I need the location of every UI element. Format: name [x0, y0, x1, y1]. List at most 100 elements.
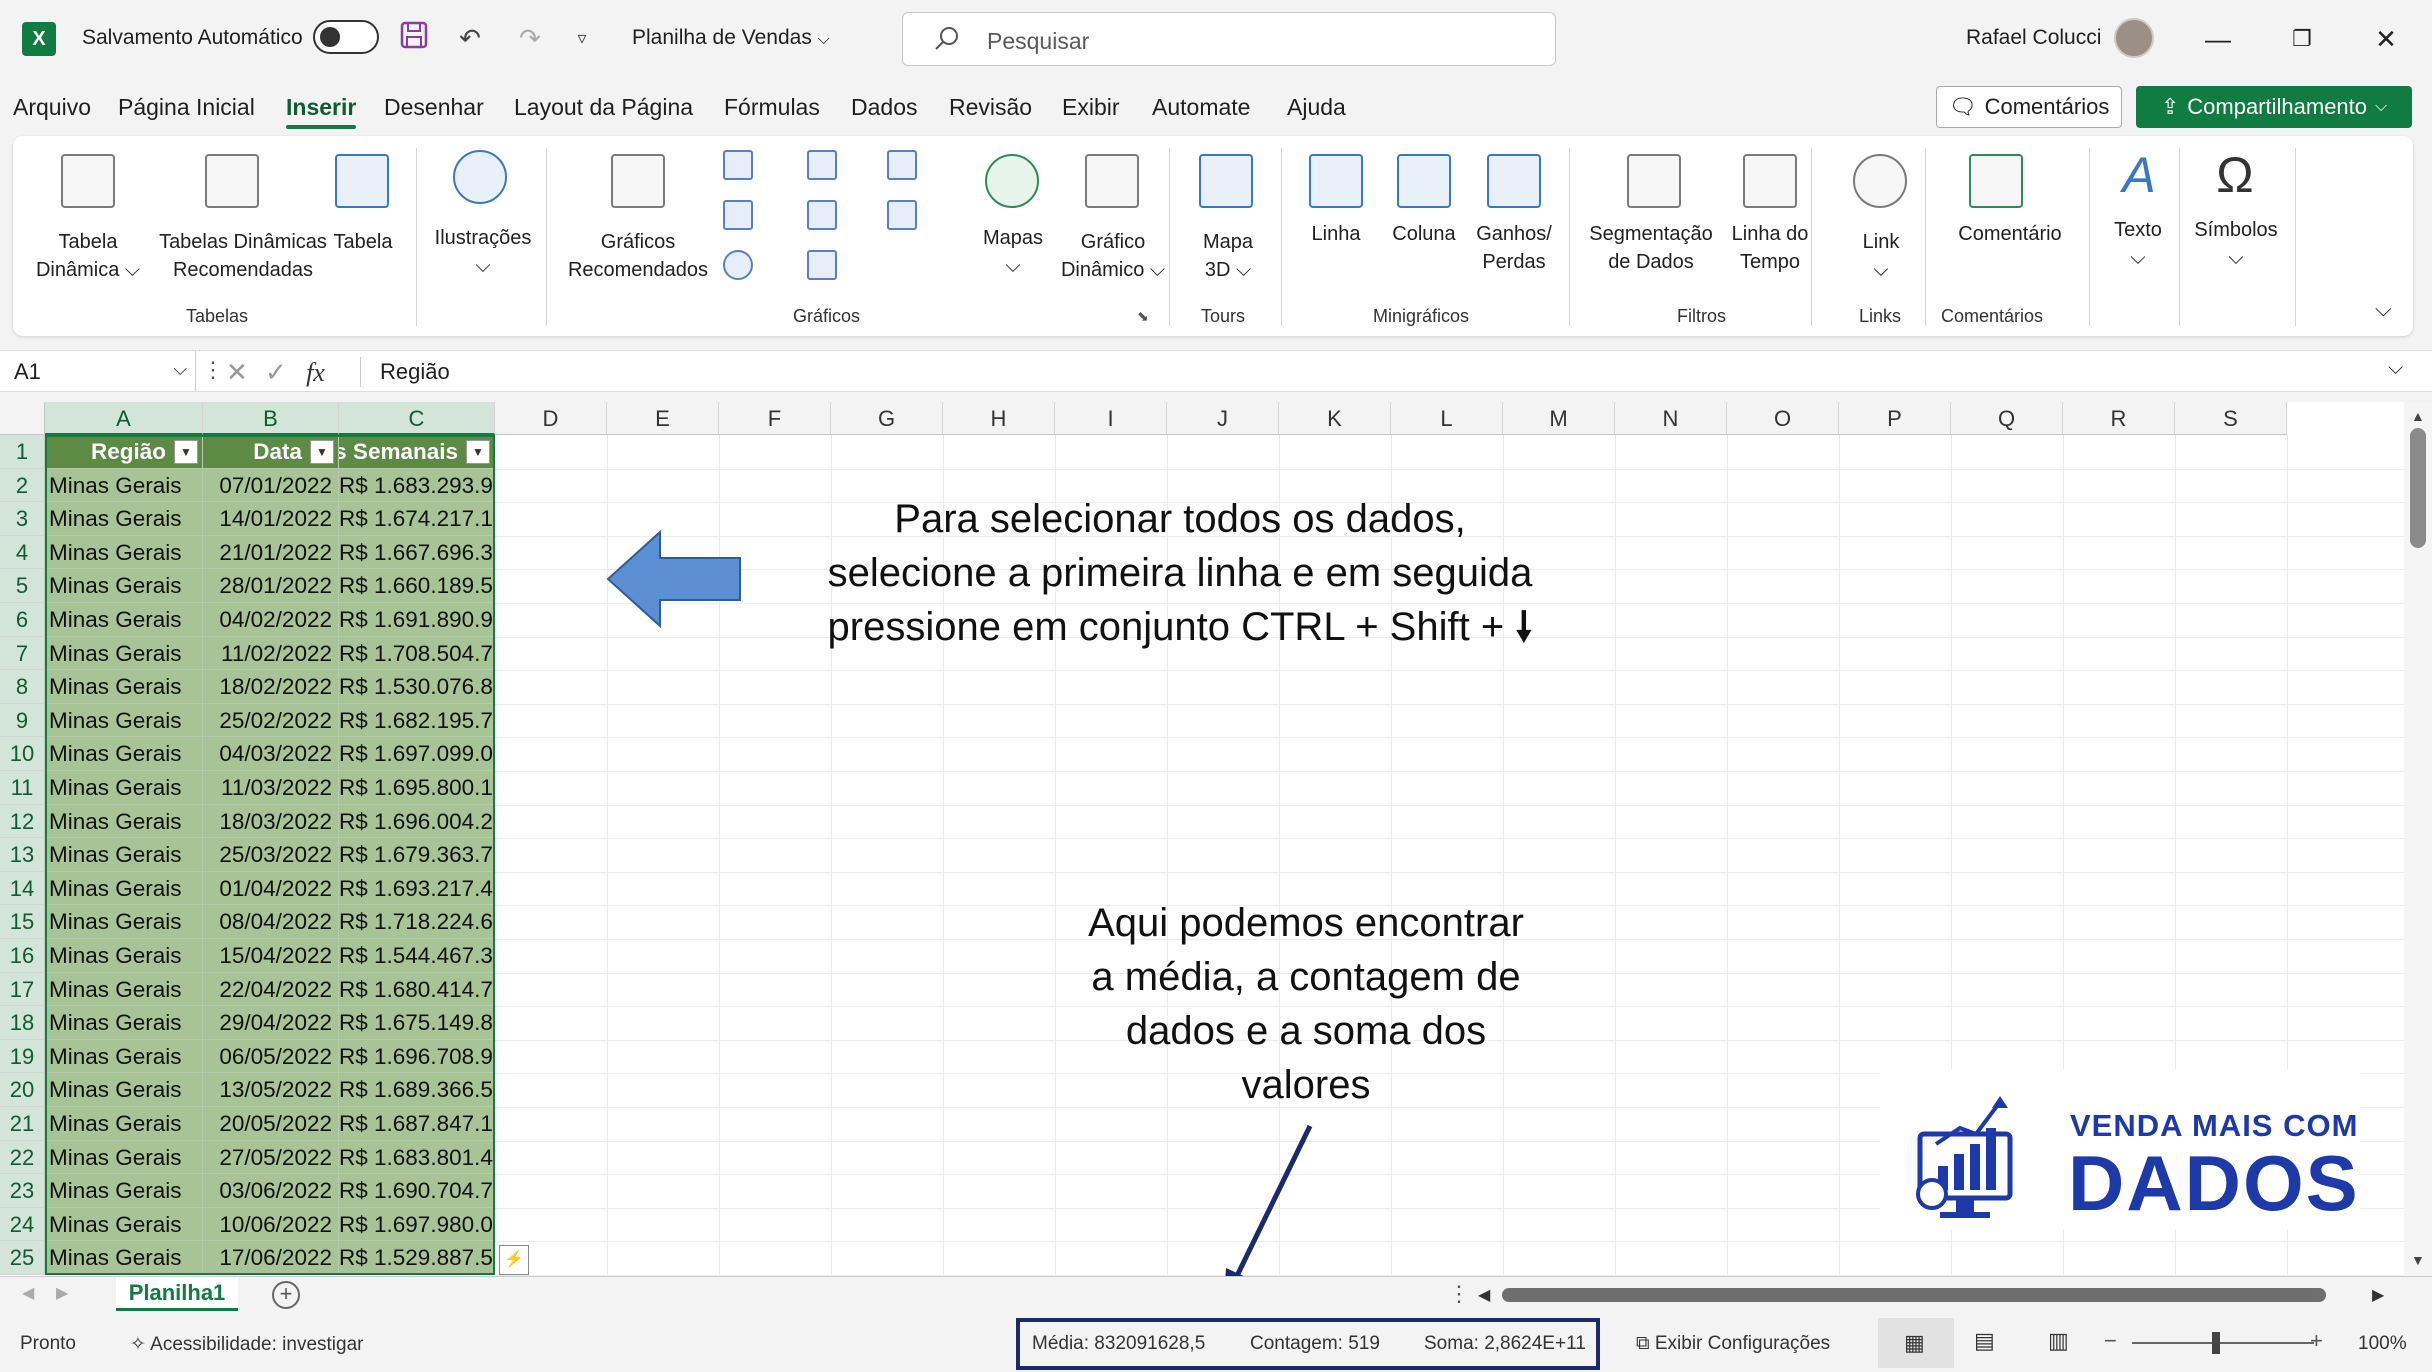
quick-analysis-icon[interactable]: ⚡	[499, 1245, 529, 1275]
select-all-corner[interactable]	[0, 402, 45, 435]
column-header-g[interactable]: G	[831, 402, 943, 435]
column-header-n[interactable]: N	[1615, 402, 1727, 435]
vertical-scroll-thumb[interactable]	[2410, 428, 2426, 548]
more-options-icon[interactable]: ⋮	[202, 357, 224, 383]
cancel-icon[interactable]: ✕	[226, 357, 248, 387]
row-header[interactable]: 25	[0, 1241, 45, 1275]
row-header[interactable]: 18	[0, 1006, 45, 1040]
restore-icon[interactable]: ❐	[2282, 20, 2322, 60]
tab-split-handle[interactable]: ⋮	[1448, 1281, 1470, 1307]
tab-pagina-inicial[interactable]: Página Inicial	[118, 94, 255, 121]
row-header[interactable]: 20	[0, 1073, 45, 1107]
sparkline-winloss-button[interactable]: Ganhos/Perdas	[1469, 220, 1559, 276]
redo-icon[interactable]: ↷	[512, 20, 548, 56]
row-header[interactable]: 15	[0, 905, 45, 939]
status-average[interactable]: Média: 832091628,5	[1032, 1333, 1205, 1355]
minimize-icon[interactable]: —	[2198, 20, 2238, 60]
tab-exibir[interactable]: Exibir	[1062, 94, 1120, 121]
column-header-l[interactable]: L	[1391, 402, 1503, 435]
row-header[interactable]: 8	[0, 670, 45, 704]
column-header-f[interactable]: F	[719, 402, 831, 435]
save-icon[interactable]	[396, 20, 432, 56]
horizontal-scroll-thumb[interactable]	[1502, 1288, 2326, 1302]
row-header[interactable]: 1	[0, 435, 45, 469]
page-layout-view-icon[interactable]: ▤	[1974, 1328, 1995, 1354]
waterfall-chart-icon[interactable]	[887, 150, 917, 180]
status-count[interactable]: Contagem: 519	[1250, 1333, 1380, 1355]
ribbon-collapse-icon[interactable]: ⌵	[2375, 296, 2392, 322]
tab-inserir[interactable]: Inserir	[286, 94, 357, 129]
close-icon[interactable]: ✕	[2366, 20, 2406, 60]
row-header[interactable]: 2	[0, 468, 45, 503]
table-button[interactable]: Tabela	[323, 228, 403, 256]
enter-icon[interactable]: ✓	[265, 357, 287, 387]
user-name[interactable]: Rafael Colucci	[1966, 26, 2101, 50]
row-header[interactable]: 24	[0, 1207, 45, 1242]
symbols-button[interactable]: Símbolos ⌵	[2181, 216, 2291, 272]
zoom-in-icon[interactable]: +	[2310, 1328, 2323, 1354]
sparkline-column-button[interactable]: Coluna	[1385, 220, 1463, 248]
display-settings-button[interactable]: ⧉ Exibir Configurações	[1636, 1333, 1830, 1355]
timeline-button[interactable]: Linha do Tempo	[1713, 220, 1827, 276]
zoom-slider-knob[interactable]	[2212, 1332, 2220, 1354]
status-sum[interactable]: Soma: 2,8624E+11	[1424, 1333, 1586, 1355]
sparkline-line-button[interactable]: Linha	[1299, 220, 1373, 248]
tab-layout-da-pagina[interactable]: Layout da Página	[514, 94, 693, 121]
insert-function-icon[interactable]: fx	[306, 358, 325, 387]
formula-input[interactable]: Região	[380, 359, 450, 385]
illustrations-button[interactable]: Ilustrações ⌵	[423, 224, 543, 280]
row-header[interactable]: 7	[0, 636, 45, 671]
column-header-r[interactable]: R	[2063, 402, 2175, 435]
column-header-e[interactable]: E	[607, 402, 719, 435]
row-header[interactable]: 6	[0, 603, 45, 637]
row-header[interactable]: 19	[0, 1039, 45, 1074]
row-header[interactable]: 21	[0, 1107, 45, 1141]
column-header-d[interactable]: D	[495, 402, 607, 435]
page-break-view-icon[interactable]: ▥	[2048, 1328, 2069, 1354]
row-header[interactable]: 22	[0, 1140, 45, 1175]
tab-ajuda[interactable]: Ajuda	[1287, 94, 1346, 121]
hierarchy-chart-icon[interactable]	[807, 150, 837, 180]
column-header-h[interactable]: H	[943, 402, 1055, 435]
column-header-m[interactable]: M	[1503, 402, 1615, 435]
column-header-p[interactable]: P	[1839, 402, 1951, 435]
column-header-o[interactable]: O	[1727, 402, 1839, 435]
zoom-out-icon[interactable]: −	[2104, 1328, 2117, 1354]
zoom-level[interactable]: 100%	[2358, 1333, 2407, 1355]
column-header-b[interactable]: B	[203, 402, 339, 435]
row-header[interactable]: 23	[0, 1174, 45, 1208]
scroll-left-icon[interactable]: ◀	[1478, 1285, 1490, 1305]
avatar[interactable]	[2114, 18, 2154, 58]
3d-map-button[interactable]: Mapa 3D ⌵	[1183, 228, 1273, 284]
row-header[interactable]: 10	[0, 737, 45, 771]
normal-view-button[interactable]: ▦	[1878, 1318, 1954, 1368]
tab-dados[interactable]: Dados	[851, 94, 917, 121]
tab-arquivo[interactable]: Arquivo	[13, 94, 91, 121]
prev-sheet-icon[interactable]: ◀	[22, 1283, 34, 1303]
row-header[interactable]: 4	[0, 535, 45, 570]
tab-formulas[interactable]: Fórmulas	[724, 94, 820, 121]
row-header[interactable]: 12	[0, 804, 45, 839]
add-sheet-icon[interactable]: +	[272, 1281, 300, 1309]
next-sheet-icon[interactable]: ▶	[56, 1283, 68, 1303]
tab-desenhar[interactable]: Desenhar	[384, 94, 484, 121]
pivot-chart-button[interactable]: Gráfico Dinâmico ⌵	[1043, 228, 1183, 284]
row-header[interactable]: 3	[0, 502, 45, 536]
row-header[interactable]: 11	[0, 771, 45, 805]
sheet-tab-planilha1[interactable]: Planilha1	[116, 1277, 238, 1311]
tab-revisao[interactable]: Revisão	[949, 94, 1032, 121]
column-header-c[interactable]: C	[339, 402, 495, 435]
accessibility-status[interactable]: ✧ Acessibilidade: investigar	[130, 1333, 364, 1356]
autosave-toggle[interactable]	[313, 20, 379, 54]
column-header-q[interactable]: Q	[1951, 402, 2063, 435]
text-button[interactable]: Texto ⌵	[2093, 216, 2183, 272]
line-chart-icon[interactable]	[723, 200, 753, 230]
undo-icon[interactable]: ↶	[452, 20, 488, 56]
pie-chart-icon[interactable]	[723, 250, 753, 280]
new-comment-button[interactable]: Comentário	[1935, 220, 2085, 248]
zoom-slider[interactable]	[2132, 1342, 2314, 1344]
scroll-right-icon[interactable]: ▶	[2372, 1285, 2384, 1305]
name-box[interactable]: A1 ⌵	[0, 351, 196, 391]
slicer-button[interactable]: Segmentação de Dados	[1581, 220, 1721, 276]
column-header-a[interactable]: A	[45, 402, 203, 435]
